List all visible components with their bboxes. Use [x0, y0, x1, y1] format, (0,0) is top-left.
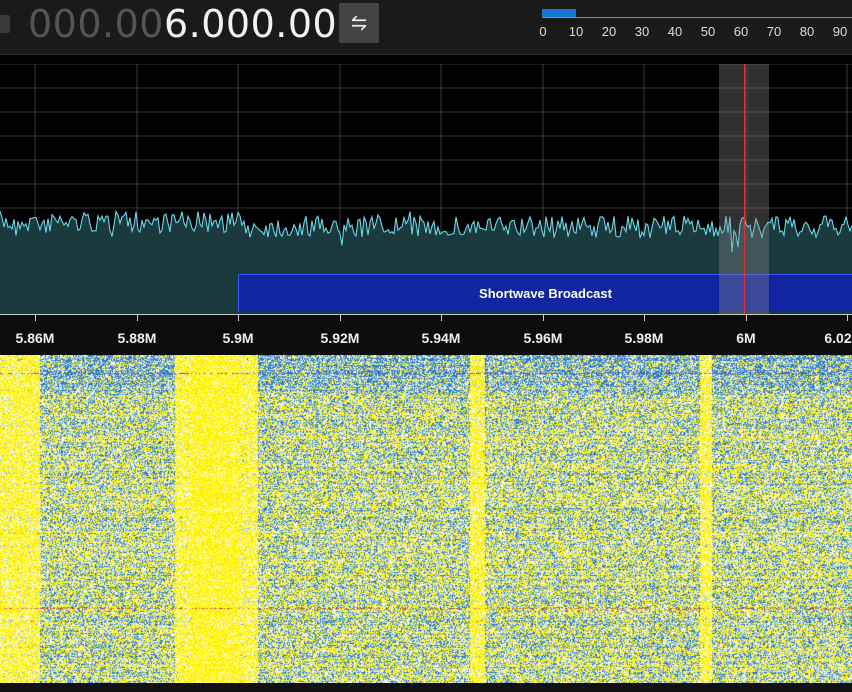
frequency-tick — [644, 315, 645, 321]
frequency-tick-label: 5.9M — [222, 330, 254, 346]
frequency-display[interactable]: 000.006.000.000 — [28, 2, 362, 46]
frequency-tick — [543, 315, 544, 321]
snr-tick-label: 60 — [733, 24, 749, 39]
vfo-center-marker[interactable] — [744, 64, 745, 314]
frequency-tick-label: 6.02 — [824, 330, 852, 346]
snr-meter-fill — [542, 9, 576, 17]
snr-meter: 0 10 20 30 40 50 60 70 80 90 — [539, 8, 852, 42]
frequency-value: 6.000.000 — [163, 2, 362, 46]
snr-tick-label: 70 — [766, 24, 782, 39]
frequency-tick-label: 5.92M — [320, 330, 360, 346]
frequency-tick-label: 5.86M — [15, 330, 55, 346]
frequency-tick — [847, 315, 848, 321]
band-label: Shortwave Broadcast — [479, 286, 612, 301]
snr-tick-label: 20 — [601, 24, 617, 39]
snr-meter-baseline — [542, 17, 852, 18]
frequency-tick-label: 5.94M — [421, 330, 461, 346]
frequency-tick — [441, 315, 442, 321]
frequency-tick — [746, 315, 747, 321]
sidebar-toggle[interactable] — [0, 15, 10, 33]
frequency-tick — [137, 315, 138, 321]
frequency-tick — [238, 315, 239, 321]
snr-tick-label: 10 — [568, 24, 584, 39]
swap-arrows-icon — [351, 15, 367, 31]
snr-tick-label: 40 — [667, 24, 683, 39]
frequency-tick-label: 5.88M — [117, 330, 157, 346]
frequency-tick-label: 5.98M — [624, 330, 664, 346]
frequency-leading-zeros: 000.00 — [28, 2, 164, 46]
snr-tick-label: 30 — [634, 24, 650, 39]
snr-tick-label: 50 — [700, 24, 716, 39]
waterfall-display[interactable] — [0, 355, 852, 683]
snr-tick-label: 80 — [799, 24, 815, 39]
frequency-tick — [35, 315, 36, 321]
frequency-axis[interactable]: 5.86M 5.88M 5.9M 5.92M 5.94M 5.96M 5.98M 6M 6.02 — [0, 314, 852, 356]
snr-meter-track — [542, 9, 850, 17]
swap-button[interactable] — [339, 3, 379, 43]
frequency-tick — [340, 315, 341, 321]
snr-tick-label: 0 — [539, 24, 547, 39]
frequency-tick-label: 6M — [736, 330, 756, 346]
frequency-tick-label: 5.96M — [523, 330, 563, 346]
top-toolbar: 000.006.000.000 0 10 20 30 40 50 60 70 80 90 — [0, 0, 852, 55]
snr-tick-label: 90 — [832, 24, 848, 39]
bottom-strip — [0, 683, 852, 692]
